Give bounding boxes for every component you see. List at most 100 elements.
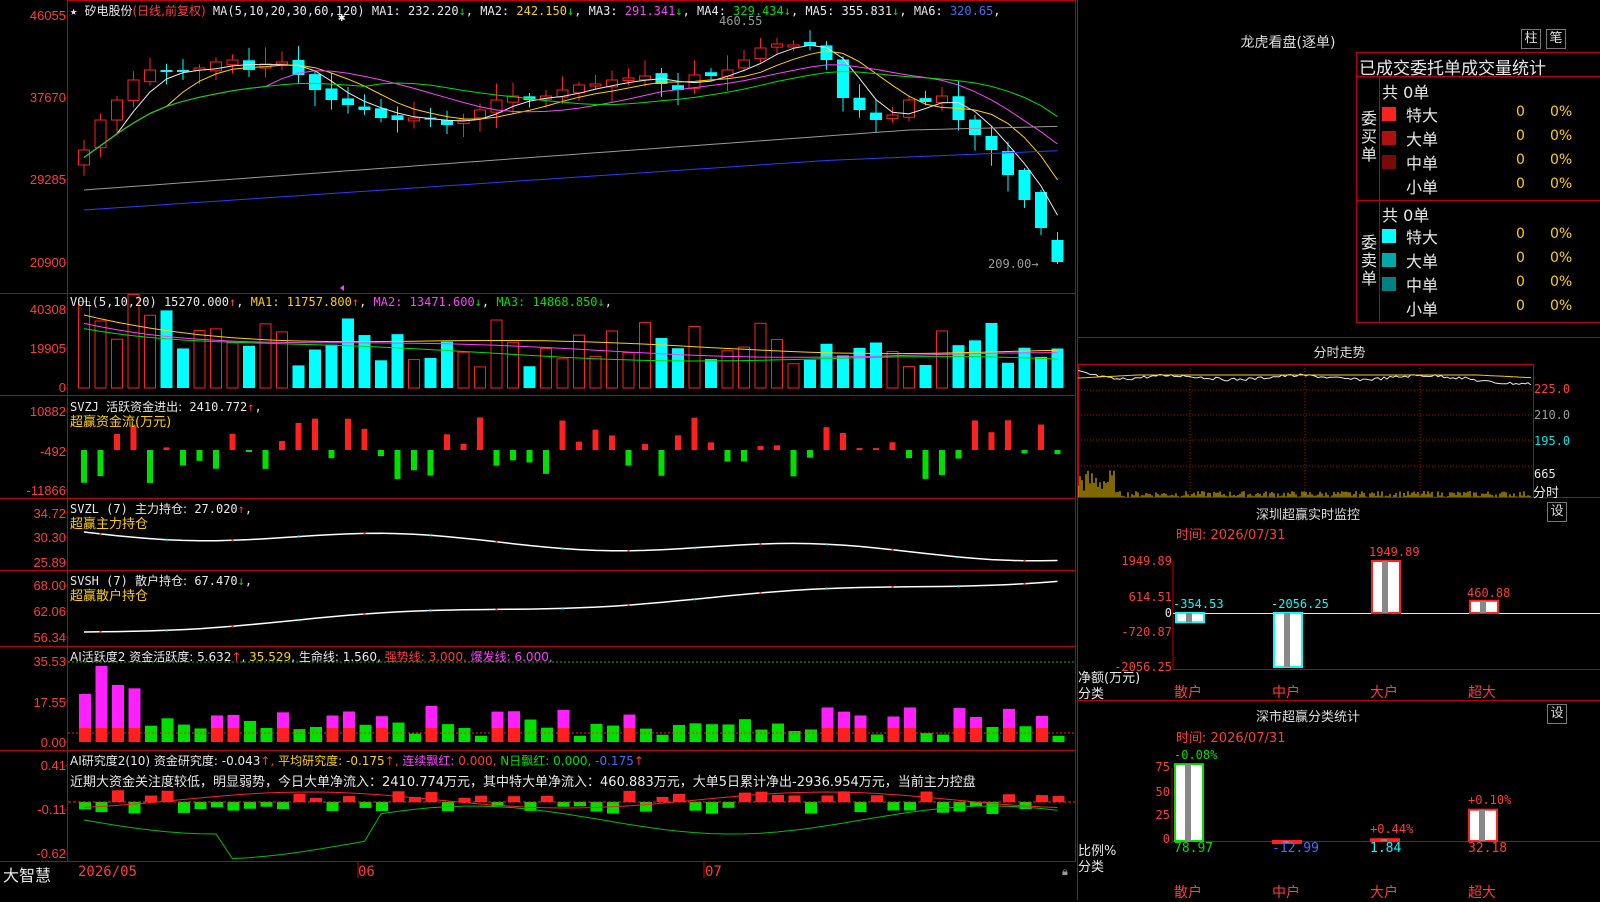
ai-active-base-3 [129, 728, 141, 742]
chart-mode[interactable]: (日线,前复权) [132, 4, 205, 18]
svzl-line-dot-29 [562, 548, 564, 550]
sz-monitor-time: 时间: 2026/07/31 [1176, 524, 1285, 543]
price-axis-0: 46055 [0, 8, 66, 23]
ai-research-bar-59 [1053, 796, 1065, 802]
sz-class-bar-shade-0 [1185, 764, 1191, 841]
lhb-tick-button[interactable]: 笔 [1546, 29, 1566, 49]
sz-monitor-settings-button[interactable]: 设 [1547, 502, 1567, 522]
ai-active-axis-1: 17.55 [0, 695, 66, 710]
sz-class-settings-button[interactable]: 设 [1547, 704, 1567, 724]
ai-active-bar-14 [310, 727, 322, 742]
ai-research-bar-40 [739, 793, 751, 802]
ai-research-bar-23 [459, 798, 471, 802]
candle-body-33 [623, 78, 634, 81]
candle-body-2 [112, 100, 123, 120]
sz-monitor-axis-2: 0 [1078, 606, 1172, 620]
ai-research-bar-52 [937, 802, 949, 813]
svzj-bar-42 [774, 445, 780, 450]
svzl-line-dot-49 [892, 549, 894, 551]
vol-bar-20 [409, 360, 420, 388]
lhb-buy-row-1: 大单00% [1382, 126, 1582, 150]
svzj-bar-29 [560, 421, 566, 450]
vol-bar-24 [475, 367, 486, 388]
candle-body-30 [574, 85, 585, 93]
ai-active-v2: 35.529 [249, 650, 291, 664]
lhb-bar-button[interactable]: 柱 [1521, 29, 1541, 49]
sz-class-cat-3: 超大 [1468, 882, 1496, 902]
ai-active-base-8 [211, 728, 223, 742]
ai-active-base-56 [1003, 728, 1015, 742]
vol-ma-values: MA1: 11757.800↑, MA2: 13471.600↓, MA3: 1… [251, 295, 612, 309]
vol-bar-11 [260, 324, 271, 388]
lhb-sell-row-2: 中单00% [1382, 272, 1582, 296]
ai-active-bar-35 [657, 735, 669, 742]
ai-research-v1: -0.043 [222, 754, 261, 768]
ai-research-item3: 连续飘红: [402, 754, 454, 768]
svsh-line-dot-53 [958, 585, 960, 587]
candle-body-43 [788, 45, 799, 47]
ma-sep-2: , [574, 4, 588, 18]
lock-icon[interactable]: 🔒︎ [1062, 865, 1068, 879]
lhb-buy-swatch-2 [1382, 155, 1396, 169]
ai-active-group [79, 666, 1065, 742]
ai-active-bar-34 [640, 729, 652, 742]
candle-body-12 [277, 62, 288, 64]
vol-bar-28 [541, 349, 552, 388]
ai-active-base-49 [888, 728, 900, 742]
intraday-axis-0: 225.0 [1534, 382, 1570, 396]
vol-bar-55 [986, 323, 998, 388]
ai-research-bar-17 [360, 802, 372, 808]
vol-bar-31 [590, 356, 601, 388]
price-header: ★ 矽电股份(日线,前复权) MA(5,10,20,30,60,120) MA1… [70, 2, 1001, 19]
ma-value-2: 242.150 [509, 4, 567, 18]
candle-body-38 [705, 72, 717, 76]
svzl-line-dot-21 [430, 534, 432, 536]
vol-bar-6 [177, 348, 189, 388]
ai-active-v5: 6.000 [514, 650, 548, 664]
candle-body-16 [342, 98, 354, 105]
candle-body-50 [904, 100, 915, 117]
sz-class-title: 深市超赢分类统计 [1078, 706, 1538, 725]
ai-active-base-1 [96, 728, 108, 742]
candle-body-51 [920, 98, 932, 102]
svsh-line-dot-9 [232, 625, 234, 627]
svsh-line-dot-37 [694, 598, 696, 600]
x-axis-label-2: 07 [705, 864, 722, 880]
svsh-line-dot-57 [1024, 583, 1026, 585]
svzj-bar-32 [609, 435, 615, 450]
lhb-buy-pct-0: 0% [1550, 104, 1572, 120]
intraday-axis-2: 195.0 [1534, 434, 1570, 448]
svzj-bar-34 [642, 444, 648, 450]
ma-value-6: 320.65 [943, 4, 994, 18]
svzl-line-dot-5 [166, 539, 168, 541]
ai-active-bar-4 [145, 726, 157, 742]
left-chart-area[interactable]: ✱ ★ 矽电股份(日线,前复权) MA(5,10,20,30,60,120) M… [0, 0, 1077, 882]
main-chart-svg[interactable]: ✱ [0, 0, 1077, 882]
ai-research-bar-42 [772, 795, 784, 802]
ai-active-base-50 [904, 728, 916, 742]
candle-body-14 [309, 74, 321, 90]
candle-body-17 [359, 107, 371, 110]
svzj-bar-13 [296, 423, 302, 450]
svzj-bar-44 [807, 450, 813, 458]
svzl-line-dot-37 [694, 547, 696, 549]
lhb-sell-pct-0: 0% [1550, 226, 1572, 242]
favorite-star-icon[interactable]: ★ [70, 4, 77, 18]
lhb-tab[interactable]: 已成交委托单成交量统计 [1359, 54, 1546, 79]
candle-body-4 [145, 70, 156, 82]
svzl-sub: 超赢主力持仓 [70, 513, 148, 532]
ai-active-base-45 [822, 728, 834, 742]
ai-research-label: AI研究度2(10) [70, 754, 150, 768]
ai-active-v4: 3.000 [429, 650, 463, 664]
ai-research-bar-7 [195, 802, 207, 809]
lhb-sell-rows: 特大00%大单00%中单00%小单00% [1382, 224, 1600, 324]
vol-ma-arrow-2: ↓ [475, 295, 482, 309]
candle-body-40 [739, 60, 750, 68]
ai-active-bar-20 [409, 734, 421, 742]
vol-bar-22 [441, 342, 453, 388]
vol-ma-value-2: 13471.600 [402, 295, 474, 309]
candle-body-15 [326, 88, 338, 100]
brand-logo[interactable]: 大智慧 [3, 862, 51, 886]
vol-ma-label-3: MA3: [496, 295, 525, 309]
svzj-bar-30 [576, 442, 582, 450]
